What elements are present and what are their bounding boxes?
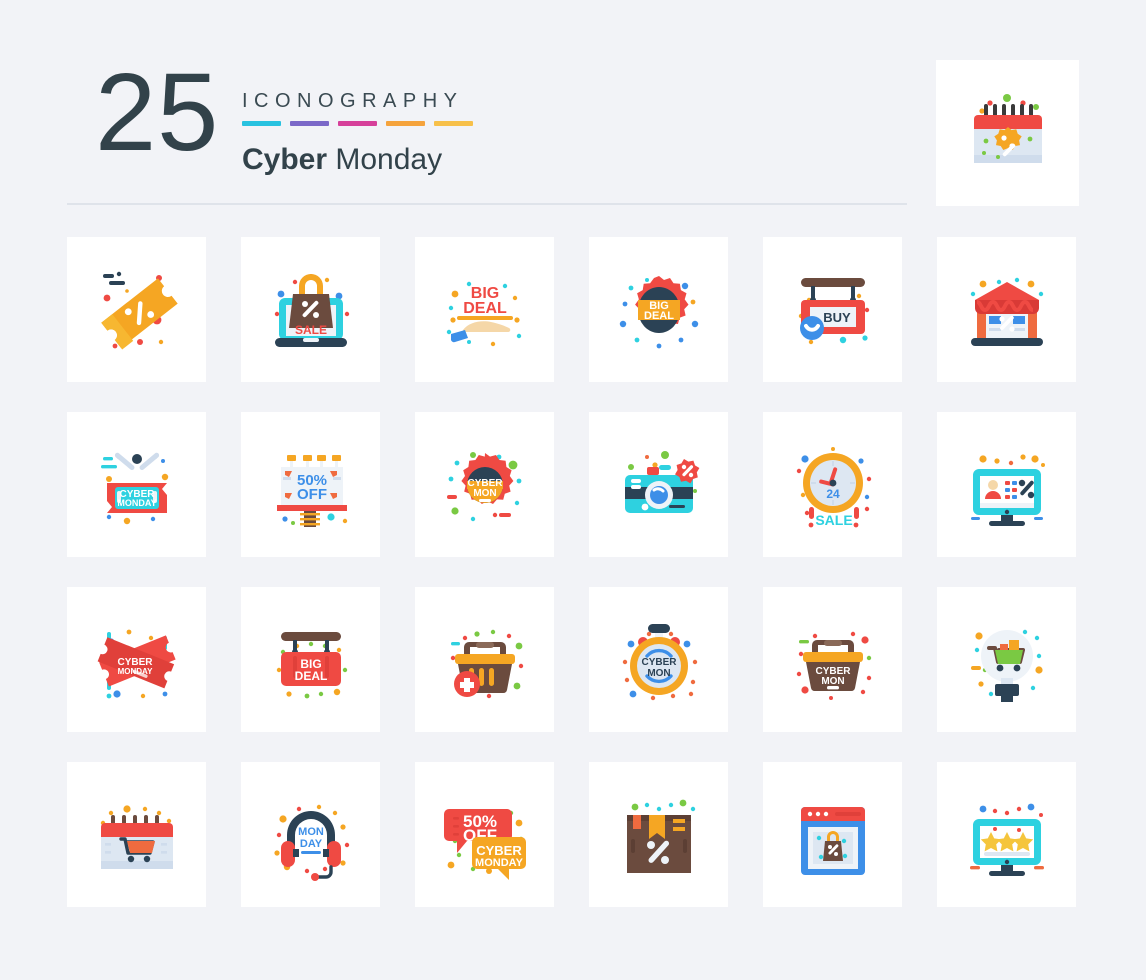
calendar-cart-icon — [85, 783, 189, 887]
monitor-user-discount-icon — [955, 433, 1059, 537]
add-to-basket-icon — [433, 608, 537, 712]
discount-package-icon — [607, 783, 711, 887]
icon-card[interactable]: CYBER MON — [763, 587, 902, 732]
featured-icon-card[interactable] — [936, 60, 1079, 206]
page-title: Cyber Monday — [242, 143, 473, 177]
svg-text:MON: MON — [821, 676, 844, 687]
icon-card[interactable] — [763, 762, 902, 907]
cyber-mon-stopwatch-icon: CYBER MON — [607, 608, 711, 712]
svg-text:DEAL: DEAL — [294, 669, 327, 683]
icon-card[interactable]: 24 SALE — [763, 412, 902, 557]
svg-text:OFF: OFF — [297, 486, 327, 503]
svg-text:MONDAY: MONDAY — [117, 498, 156, 508]
buy-hanging-sign-icon: BUY — [781, 258, 885, 362]
fifty-percent-billboard-icon: 50% OFF — [259, 433, 363, 537]
color-bars — [242, 121, 473, 126]
icon-card[interactable]: CYBER MONDAY — [67, 412, 206, 557]
monitor-rating-stars-icon — [955, 783, 1059, 887]
icon-card[interactable] — [67, 237, 206, 382]
brand-block: ICONOGRAPHY Cyber Monday — [242, 90, 473, 177]
shopping-idea-bulb-icon — [955, 608, 1059, 712]
icon-card[interactable] — [937, 587, 1076, 732]
icon-card[interactable]: CYBER MON — [415, 412, 554, 557]
svg-text:DEAL: DEAL — [463, 300, 507, 317]
icon-card[interactable]: BIG DEAL — [589, 237, 728, 382]
camera-discount-icon — [607, 433, 711, 537]
svg-text:MONDAY: MONDAY — [117, 667, 152, 676]
shop-discount-icon — [955, 258, 1059, 362]
svg-text:MON: MON — [647, 668, 670, 679]
iconography-kicker: ICONOGRAPHY — [242, 90, 464, 112]
icon-card[interactable] — [937, 762, 1076, 907]
color-bar-2 — [290, 121, 329, 126]
svg-text:CYBER: CYBER — [476, 843, 522, 858]
icon-card[interactable]: MON DAY — [241, 762, 380, 907]
page-title-bold: Cyber — [242, 143, 328, 176]
svg-text:24: 24 — [826, 487, 840, 501]
discount-ticket-icon — [85, 258, 189, 362]
icon-card[interactable]: CYBER MONDAY — [67, 587, 206, 732]
icon-card[interactable]: SALE — [241, 237, 380, 382]
icon-card[interactable]: 50% OFF CYBER MONDAY — [415, 762, 554, 907]
svg-text:MONDAY: MONDAY — [475, 857, 524, 869]
icon-card[interactable]: BUY — [763, 237, 902, 382]
icon-card[interactable]: BIG DEAL — [241, 587, 380, 732]
icon-card[interactable] — [589, 412, 728, 557]
svg-text:BUY: BUY — [823, 310, 851, 325]
svg-text:SALE: SALE — [815, 512, 852, 528]
header: 25 ICONOGRAPHY Cyber Monday — [67, 58, 907, 207]
calendar-discount-icon — [960, 85, 1056, 181]
svg-text:DAY: DAY — [299, 838, 322, 850]
cyber-monday-sign-icon: CYBER MONDAY — [85, 433, 189, 537]
icon-card[interactable] — [415, 587, 554, 732]
icon-card[interactable]: CYBER MON — [589, 587, 728, 732]
page-title-light: Monday — [327, 143, 443, 176]
monday-headphones-icon: MON DAY — [259, 783, 363, 887]
browser-shopping-bag-icon — [781, 783, 885, 887]
icon-card[interactable]: BIG DEAL — [415, 237, 554, 382]
svg-text:MON: MON — [473, 488, 496, 499]
header-divider — [67, 203, 907, 205]
big-deal-badge-icon: BIG DEAL — [607, 258, 711, 362]
color-bar-3 — [338, 121, 377, 126]
color-bar-4 — [386, 121, 425, 126]
laptop-sale-bag-icon: SALE — [259, 258, 363, 362]
icon-card[interactable]: 50% OFF — [241, 412, 380, 557]
icon-card[interactable] — [67, 762, 206, 907]
svg-text:SALE: SALE — [294, 323, 326, 337]
color-bar-5 — [434, 121, 473, 126]
icon-card[interactable] — [589, 762, 728, 907]
cyber-mon-basket-icon: CYBER MON — [781, 608, 885, 712]
big-deal-hanging-sign-icon: BIG DEAL — [259, 608, 363, 712]
color-bar-1 — [242, 121, 281, 126]
svg-text:CYBER: CYBER — [641, 657, 677, 668]
cyber-mon-badge-icon: CYBER MON — [433, 433, 537, 537]
fifty-percent-chat-icon: 50% OFF CYBER MONDAY — [433, 783, 537, 887]
icon-count: 25 — [95, 51, 220, 174]
svg-text:MON: MON — [298, 826, 324, 838]
cyber-monday-tickets-icon: CYBER MONDAY — [85, 608, 189, 712]
icon-card[interactable] — [937, 412, 1076, 557]
twentyfour-hour-sale-clock-icon: 24 SALE — [781, 433, 885, 537]
svg-text:DEAL: DEAL — [644, 310, 674, 322]
big-deal-hand-icon: BIG DEAL — [433, 258, 537, 362]
icon-grid: SALE BIG DEAL BIG DEAL BUY CYBER MONDAY … — [67, 237, 1076, 907]
icon-card[interactable] — [937, 237, 1076, 382]
